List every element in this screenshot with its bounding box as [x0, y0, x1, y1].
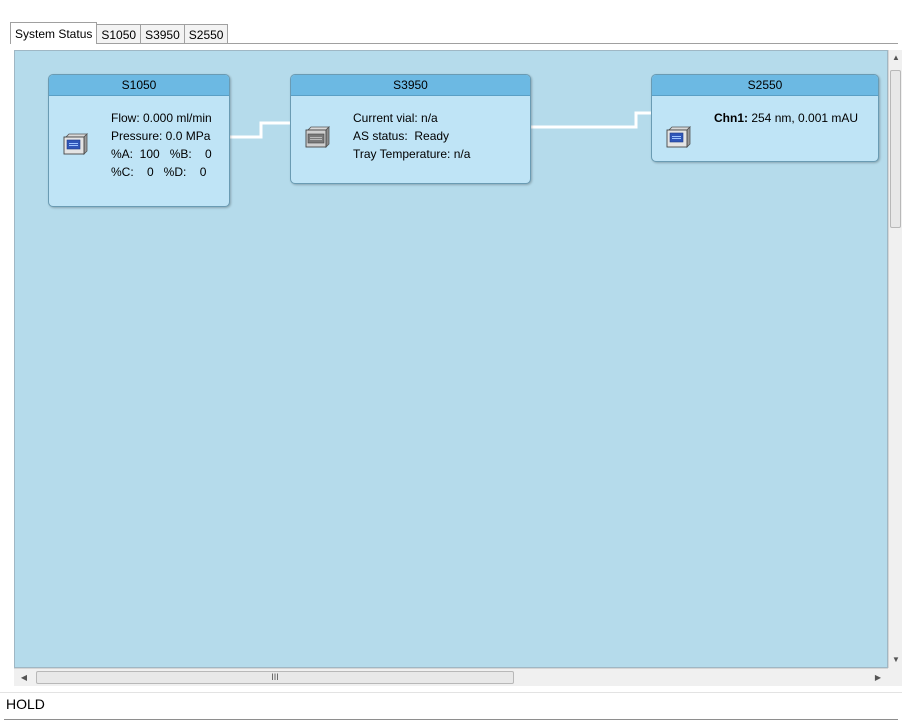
detector-module[interactable]: S2550 Chn1: 254 nm, 0.001 mAU [651, 74, 879, 162]
autosampler-readings: Current vial: n/a AS status: Ready Tray … [353, 109, 470, 163]
pump-flow: Flow: 0.000 ml/min [111, 111, 212, 125]
detector-icon [666, 126, 691, 148]
detector-readings: Chn1: 254 nm, 0.001 mAU [714, 109, 858, 127]
status-text: HOLD [6, 696, 45, 712]
tab-system-status[interactable]: System Status [10, 22, 98, 44]
tab-divider [10, 43, 898, 44]
autosampler-module-title: S3950 [291, 75, 530, 96]
autosampler-module[interactable]: S3950 Current vial: n/a AS status: Ready… [290, 74, 531, 184]
autosampler-icon [305, 126, 330, 148]
scroll-up-arrow-icon[interactable]: ▲ [891, 52, 901, 64]
scrollbar-corner [888, 668, 902, 686]
scroll-right-arrow-icon[interactable]: ▶ [872, 671, 884, 685]
pump-module[interactable]: S1050 Flow: 0.000 ml/min Pressure: 0.0 M… [48, 74, 230, 207]
scroll-left-arrow-icon[interactable]: ◀ [18, 671, 30, 685]
autosampler-current-vial: Current vial: n/a [353, 111, 438, 125]
pump-icon [63, 133, 88, 155]
horizontal-scroll-thumb[interactable]: III [36, 671, 514, 684]
horizontal-scrollbar[interactable]: ◀ III ▶ [14, 668, 888, 686]
tab-strip: System Status S1050 S3950 S2550 [10, 22, 229, 44]
detector-channel-label: Chn1: [714, 111, 748, 125]
pump-to-autosampler-connector [225, 121, 295, 139]
pump-module-title: S1050 [49, 75, 229, 96]
pump-pressure: Pressure: 0.0 MPa [111, 129, 211, 143]
system-status-canvas: S1050 Flow: 0.000 ml/min Pressure: 0.0 M… [14, 50, 888, 668]
vertical-scrollbar[interactable]: ▲ ▼ [888, 50, 902, 668]
tab-s3950[interactable]: S3950 [140, 24, 185, 44]
tab-s2550[interactable]: S2550 [183, 24, 229, 44]
detector-channel-value: 254 nm, 0.001 mAU [748, 111, 859, 125]
status-bar: HOLD [0, 692, 902, 722]
autosampler-status: AS status: Ready [353, 129, 450, 143]
autosampler-tray-temperature: Tray Temperature: n/a [353, 147, 471, 161]
pump-readings: Flow: 0.000 ml/min Pressure: 0.0 MPa %A:… [111, 109, 212, 181]
tab-s1050[interactable]: S1050 [96, 24, 142, 44]
detector-module-title: S2550 [652, 75, 878, 96]
detector-channel-1: Chn1: 254 nm, 0.001 mAU [714, 109, 858, 127]
scroll-down-arrow-icon[interactable]: ▼ [891, 654, 901, 666]
autosampler-to-detector-connector [528, 111, 654, 129]
pump-percent-cd: %C: 0 %D: 0 [111, 165, 207, 179]
status-bar-divider [4, 719, 898, 720]
vertical-scroll-thumb[interactable] [890, 70, 901, 228]
pump-percent-ab: %A: 100 %B: 0 [111, 147, 212, 161]
